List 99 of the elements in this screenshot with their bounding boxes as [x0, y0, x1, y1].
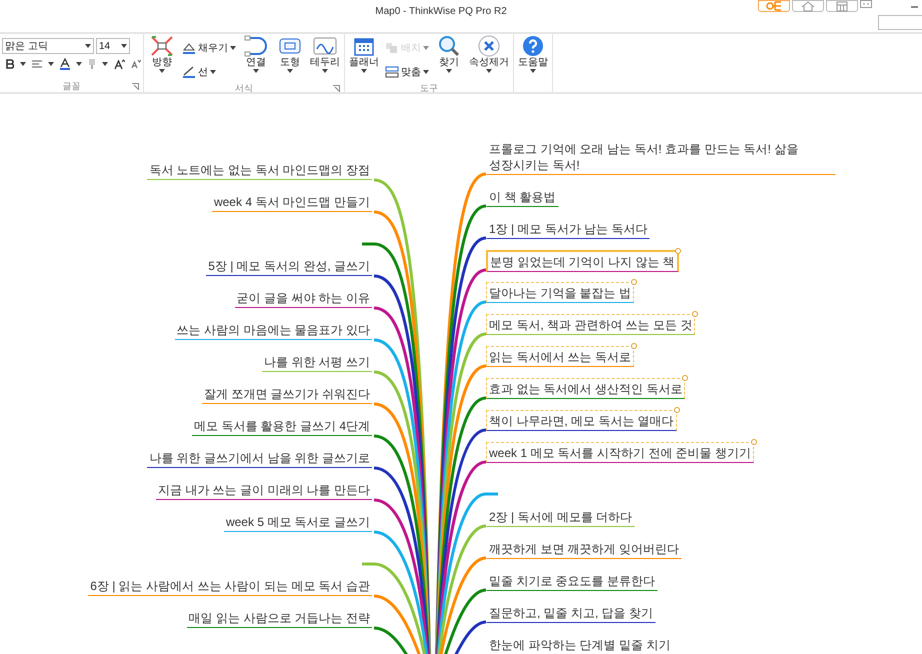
map-node[interactable]: 매일 읽는 사람으로 거듭나는 전략: [186, 610, 372, 628]
caret-icon: [253, 69, 259, 73]
caret-icon: [210, 70, 216, 74]
map-node[interactable]: 쓰는 사람의 마음에는 물음표가 있다: [174, 322, 372, 340]
map-node[interactable]: 읽는 독서에서 쓰는 독서로: [486, 346, 634, 367]
view-tab[interactable]: [826, 0, 858, 12]
caret-icon: [486, 69, 492, 73]
arrange-icon: [385, 42, 399, 54]
ribbon-button[interactable]: 속성제거: [469, 34, 509, 73]
calendar-icon: [836, 0, 848, 12]
ribbon-button[interactable]: 도움말: [518, 34, 548, 73]
minimize-icon[interactable]: [911, 6, 918, 8]
map-node[interactable]: 깨끗하게 보면 깨끗하게 잊어버린다: [486, 538, 682, 559]
window-icon[interactable]: [860, 0, 872, 8]
map-node[interactable]: 달아나는 기억을 붙잡는 법: [486, 282, 634, 303]
caret-icon: [530, 69, 536, 73]
resize-handle-icon[interactable]: [751, 439, 758, 445]
caret-icon: [287, 69, 293, 73]
fill-icon: [182, 42, 196, 54]
map-node[interactable]: 질문하고, 밑줄 치고, 답을 찾기: [486, 602, 656, 623]
resize-handle-icon[interactable]: [631, 279, 638, 285]
resize-handle-icon[interactable]: [674, 248, 681, 254]
window-title: Map0 - ThinkWise PQ Pro R2: [375, 5, 507, 19]
dialog-launcher-icon[interactable]: [132, 83, 139, 90]
map-node[interactable]: 책이 나무라면, 메모 독서는 열매다: [486, 410, 677, 431]
resize-handle-icon[interactable]: [682, 375, 688, 381]
view-tab[interactable]: [758, 0, 790, 12]
map-node[interactable]: 한눈에 파악하는 단계별 밑줄 치기: [486, 634, 674, 654]
group-label: 글꼴: [62, 80, 80, 92]
line-icon: [182, 66, 196, 78]
group-label: 서식: [235, 82, 253, 94]
search-icon: [438, 34, 460, 56]
dialog-launcher-icon[interactable]: [333, 85, 340, 92]
caret-icon: [121, 44, 127, 48]
caret-icon: [102, 62, 108, 66]
view-tab[interactable]: [792, 0, 824, 12]
map-node[interactable]: 2장 | 독서에 메모를 더하다: [486, 506, 636, 527]
caret-icon: [361, 69, 367, 73]
align-icon: [385, 66, 399, 78]
ribbon-button[interactable]: 선: [182, 62, 236, 82]
highlighter-icon[interactable]: [88, 58, 96, 70]
shrink-font-icon[interactable]: [131, 59, 141, 69]
shape-icon: [279, 36, 301, 54]
map-node[interactable]: 나를 위한 서평 쓰기: [262, 354, 372, 372]
map-node[interactable]: 메모 독서, 책과 관련하여 쓰는 모든 것: [486, 314, 696, 335]
map-node[interactable]: week 5 메모 독서로 글쓰기: [224, 514, 372, 532]
font-color-icon[interactable]: [60, 58, 70, 70]
help-icon: [522, 34, 544, 56]
ribbon-button[interactable]: 맞춤: [385, 62, 429, 82]
font-name-field[interactable]: 맑은 고딕: [2, 38, 94, 54]
caret-icon: [423, 70, 429, 74]
caret-icon: [423, 46, 429, 50]
map-node[interactable]: 지금 내가 쓰는 글이 미래의 나를 만든다: [156, 482, 372, 500]
caret-icon: [48, 62, 54, 66]
map-node[interactable]: 6장 | 읽는 사람에서 쓰는 사람이 되는 메모 독서 습관: [88, 578, 372, 596]
align-text-icon[interactable]: [32, 60, 42, 68]
map-node[interactable]: 굳이 글을 써야 하는 이유: [234, 290, 372, 308]
caret-icon: [85, 44, 91, 48]
caret-icon: [20, 62, 26, 66]
home-icon: [801, 0, 815, 12]
caret-icon: [230, 46, 236, 50]
map-node[interactable]: 나를 위한 글쓰기에서 남을 위한 글쓰기로: [147, 450, 372, 468]
border-icon: [313, 36, 337, 54]
resize-handle-icon[interactable]: [631, 343, 638, 349]
ribbon-button[interactable]: 방향: [148, 34, 176, 73]
map-node[interactable]: 밑줄 치기로 중요도를 분류한다: [486, 570, 658, 591]
ribbon-button[interactable]: 연결: [242, 34, 270, 73]
map-node[interactable]: week 1 메모 독서를 시작하기 전에 준비물 챙기기: [486, 442, 754, 463]
map-node[interactable]: 메모 독서를 활용한 글쓰기 4단계: [192, 418, 372, 436]
calendar-icon: [354, 36, 374, 56]
map-node[interactable]: 이 책 활용법: [486, 186, 559, 207]
caret-icon: [446, 69, 452, 73]
caret-icon: [322, 69, 328, 73]
grow-font-icon[interactable]: [114, 58, 125, 70]
resize-handle-icon[interactable]: [692, 311, 698, 317]
ribbon-button[interactable]: 채우기: [182, 38, 236, 58]
ribbon-button[interactable]: 도형: [276, 34, 304, 73]
branches-icon: [150, 34, 174, 56]
group-label: 도구: [420, 82, 438, 94]
clear-icon: [478, 34, 500, 56]
map-node[interactable]: 1장 | 메모 독서가 남는 독서다: [486, 218, 650, 239]
map-node[interactable]: 분명 읽었는데 기억이 나지 않는 책: [486, 250, 679, 272]
bold-icon[interactable]: [6, 59, 14, 69]
map-node[interactable]: 프롤로그 기억에 오래 남는 독서! 효과를 만드는 독서! 삶을 성장시키는 독서!: [486, 138, 836, 175]
map-node[interactable]: 5장 | 메모 독서의 완성, 글쓰기: [206, 258, 372, 276]
mind-map-icon: [766, 1, 782, 11]
map-node[interactable]: week 4 독서 마인드맵 만들기: [212, 194, 372, 212]
connector-icon: [244, 34, 268, 56]
font-size-field[interactable]: 14: [96, 38, 130, 54]
map-node[interactable]: 잘게 쪼개면 글쓰기가 쉬워진다: [202, 386, 372, 404]
map-node[interactable]: 효과 없는 독서에서 생산적인 독서로: [486, 378, 686, 399]
search-field[interactable]: [878, 15, 922, 30]
resize-handle-icon[interactable]: [674, 407, 680, 413]
map-node[interactable]: 독서 노트에는 없는 독서 마인드맵의 장점: [147, 162, 372, 180]
ribbon-button[interactable]: 찾기: [435, 34, 463, 73]
caret-icon: [76, 62, 82, 66]
caret-icon: [159, 69, 165, 73]
ribbon-button[interactable]: 테두리: [310, 34, 340, 73]
ribbon-button[interactable]: 플래너: [349, 34, 379, 73]
